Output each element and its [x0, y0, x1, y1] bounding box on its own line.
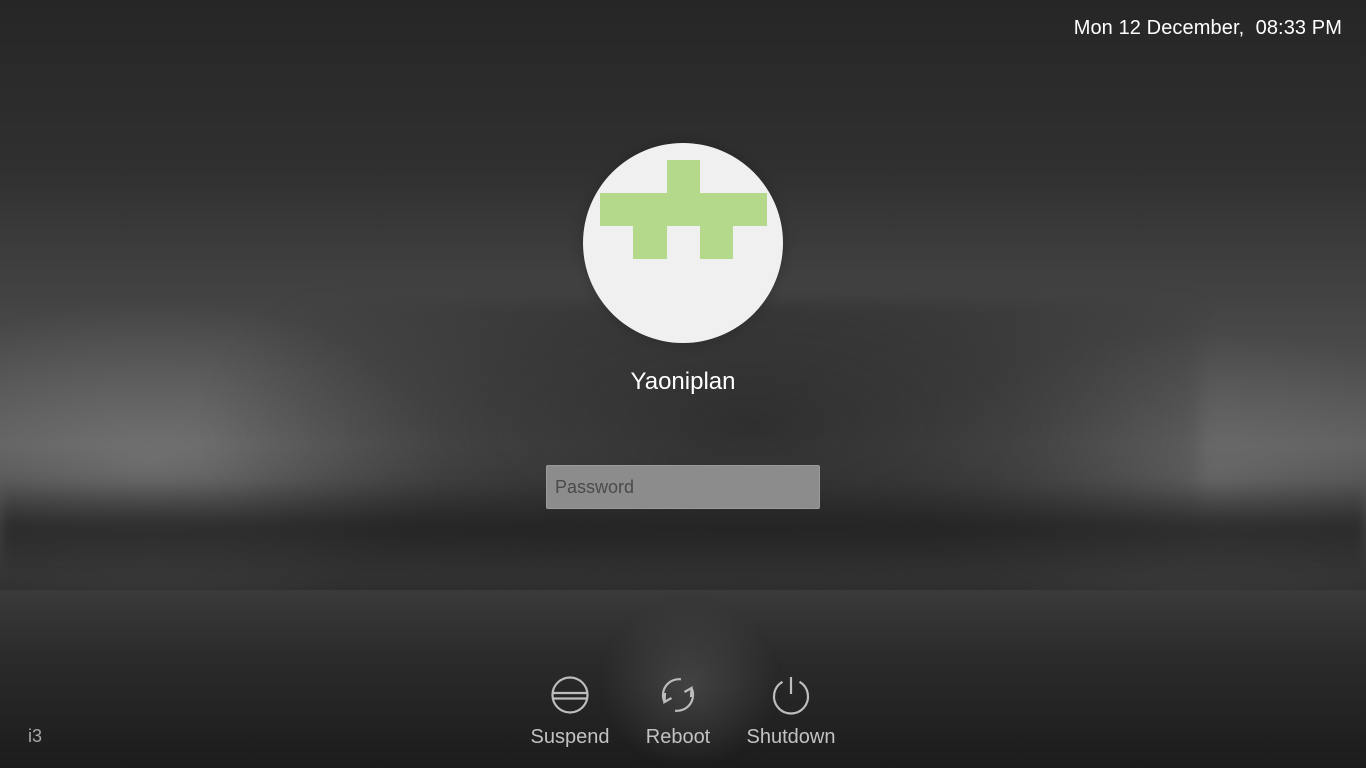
reboot-label: Reboot [645, 726, 711, 748]
shutdown-label: Shutdown [746, 726, 836, 748]
login-screen: Mon 12 December, 08:33 PM Yaoniplan Susp… [0, 0, 1366, 768]
session-selector[interactable]: i3 [28, 726, 42, 747]
shutdown-button[interactable]: Shutdown [736, 672, 846, 762]
user-avatar[interactable] [583, 143, 783, 343]
green-puzzle-logo-icon [600, 160, 767, 259]
suspend-label: Suspend [530, 726, 610, 748]
suspend-icon [551, 676, 589, 714]
reboot-button[interactable]: Reboot [628, 672, 728, 762]
power-icon [772, 677, 810, 715]
username-label: Yaoniplan [630, 368, 736, 395]
reboot-icon [661, 678, 695, 712]
suspend-button[interactable]: Suspend [520, 672, 620, 762]
clock-datetime: Mon 12 December, 08:33 PM [1073, 17, 1342, 39]
password-field[interactable] [546, 465, 820, 509]
